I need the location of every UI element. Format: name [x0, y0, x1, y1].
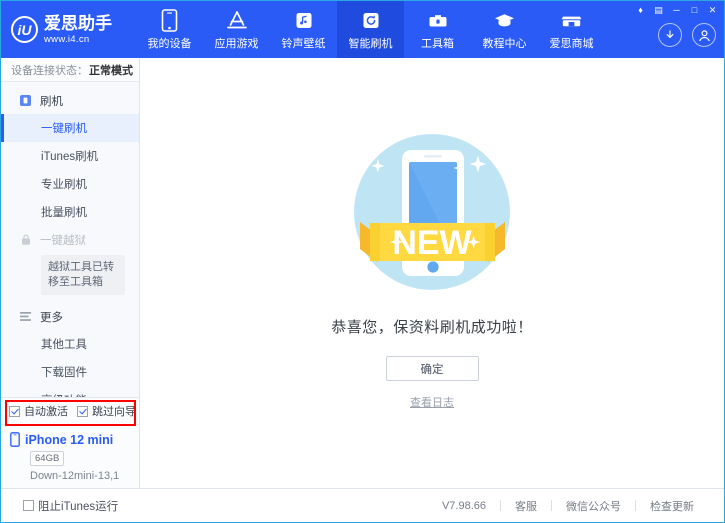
panel-icon[interactable]: ▤	[650, 3, 667, 17]
nav-tab-apps-games[interactable]: 应用游戏	[203, 1, 270, 58]
close-icon[interactable]: ✕	[704, 3, 721, 17]
confirm-button[interactable]: 确定	[386, 356, 479, 381]
sidebar-item-label: 批量刷机	[41, 204, 87, 220]
refresh-icon	[361, 8, 381, 32]
sidebar-item-other-tools[interactable]: 其他工具	[1, 330, 139, 358]
list-icon	[18, 311, 33, 322]
sidebar: 设备连接状态：正常模式 刷机 一键刷机 iTunes刷机 专业刷机	[1, 58, 140, 488]
ribbon-label: NEW	[392, 224, 472, 262]
toolbox-icon	[427, 8, 449, 32]
minimize-icon[interactable]: ─	[668, 3, 685, 17]
status-bar: 阻止iTunes运行 V7.98.66 客服 微信公众号 检查更新	[1, 488, 724, 522]
sidebar-item-label: iTunes刷机	[41, 148, 98, 164]
footer-links: V7.98.66 客服 微信公众号 检查更新	[428, 498, 724, 514]
connected-device-card[interactable]: iPhone 12 mini 64GB Down-12mini-13,1	[1, 424, 139, 488]
account-icon[interactable]	[692, 23, 716, 47]
sidebar-item-label: 一键刷机	[41, 120, 87, 136]
checkbox-block-itunes[interactable]: 阻止iTunes运行	[23, 498, 118, 514]
logo-mark-icon: iU	[11, 16, 38, 43]
phone-small-icon	[10, 432, 20, 447]
device-capacity-badge: 64GB	[30, 451, 64, 466]
new-phone-badge-illustration: NEW	[340, 130, 525, 302]
nav-label: 我的设备	[148, 35, 192, 51]
music-icon	[294, 8, 314, 32]
sidebar-group-label: 刷机	[40, 93, 63, 109]
connection-status-value: 正常模式	[89, 62, 133, 78]
nav-tab-toolbox[interactable]: 工具箱	[404, 1, 471, 58]
checkbox-auto-activate[interactable]: 自动激活	[9, 403, 68, 419]
sidebar-group-flash[interactable]: 刷机	[1, 87, 139, 114]
sidebar-item-label: 其他工具	[41, 336, 87, 352]
jailbreak-moved-tooltip: 越狱工具已转移至工具箱	[41, 255, 125, 295]
flash-options-row: 自动激活 跳过向导	[1, 397, 139, 424]
footer-link-support[interactable]: 客服	[501, 498, 551, 514]
device-name: iPhone 12 mini	[25, 433, 113, 447]
logo-title: 爱思助手	[44, 15, 112, 32]
sidebar-item-label: 高级功能	[41, 392, 87, 397]
nav-label: 应用游戏	[215, 35, 259, 51]
connection-status-label: 设备连接状态：	[11, 62, 88, 78]
sidebar-item-itunes-flash[interactable]: iTunes刷机	[1, 142, 139, 170]
device-model: Down-12mini-13,1	[30, 470, 139, 482]
checkbox-skip-wizard[interactable]: 跳过向导	[77, 403, 136, 419]
nav-label: 教程中心	[483, 35, 527, 51]
nav-tab-smart-flash[interactable]: 智能刷机	[337, 1, 404, 58]
sidebar-item-pro-flash[interactable]: 专业刷机	[1, 170, 139, 198]
sidebar-group-label: 更多	[40, 309, 63, 325]
checkbox-label: 阻止iTunes运行	[38, 498, 118, 514]
footer-link-wechat[interactable]: 微信公众号	[552, 498, 635, 514]
device-name-row: iPhone 12 mini	[10, 432, 139, 447]
gift-icon[interactable]: ♦	[632, 3, 649, 17]
maximize-icon[interactable]: □	[686, 3, 703, 17]
sidebar-item-download-firmware[interactable]: 下载固件	[1, 358, 139, 386]
sidebar-group-more[interactable]: 更多	[1, 303, 139, 330]
window-controls-area: ♦ ▤ ─ □ ✕	[605, 1, 724, 58]
window-buttons: ♦ ▤ ─ □ ✕	[632, 3, 721, 17]
nav-tab-my-device[interactable]: 我的设备	[136, 1, 203, 58]
view-log-link[interactable]: 查看日志	[410, 394, 454, 410]
nav-label: 铃声壁纸	[282, 35, 326, 51]
nav-tab-ringtones-wallpapers[interactable]: 铃声壁纸	[270, 1, 337, 58]
main-area: 设备连接状态：正常模式 刷机 一键刷机 iTunes刷机 专业刷机	[1, 58, 724, 488]
sidebar-item-label: 下载固件	[41, 364, 87, 380]
logo-text: 爱思助手 www.i4.cn	[44, 15, 112, 45]
nav-tab-aisi-store[interactable]: 爱思商城	[538, 1, 605, 58]
checkbox-label: 自动激活	[24, 403, 68, 419]
nav-tab-tutorial-center[interactable]: 教程中心	[471, 1, 538, 58]
block-itunes-area: 阻止iTunes运行	[1, 498, 118, 514]
app-window: iU 爱思助手 www.i4.cn 我的设备 应用游戏	[0, 0, 725, 523]
logo-subtitle: www.i4.cn	[44, 35, 112, 45]
sidebar-item-advanced-features[interactable]: 高级功能	[1, 386, 139, 397]
appstore-icon	[225, 8, 249, 32]
device-connection-status: 设备连接状态：正常模式	[1, 58, 139, 82]
app-logo: iU 爱思助手 www.i4.cn	[1, 1, 130, 58]
download-icon[interactable]	[658, 23, 682, 47]
nav-label: 智能刷机	[349, 35, 393, 51]
nav-label: 爱思商城	[550, 35, 594, 51]
graduation-icon	[493, 8, 516, 32]
sidebar-group-jailbreak: 一键越狱	[1, 226, 139, 253]
footer-link-check-update[interactable]: 检查更新	[636, 498, 708, 514]
sidebar-item-label: 专业刷机	[41, 176, 87, 192]
nav-items: 我的设备 应用游戏 铃声壁纸 智能刷机	[136, 1, 605, 58]
sidebar-item-one-click-flash[interactable]: 一键刷机	[1, 114, 139, 142]
sidebar-menu: 刷机 一键刷机 iTunes刷机 专业刷机 批量刷机	[1, 82, 139, 397]
nav-label: 工具箱	[421, 35, 454, 51]
checkbox-label: 跳过向导	[92, 403, 136, 419]
sidebar-item-batch-flash[interactable]: 批量刷机	[1, 198, 139, 226]
device-flash-icon	[18, 94, 33, 107]
lock-icon	[18, 233, 33, 246]
top-navigation-bar: iU 爱思助手 www.i4.cn 我的设备 应用游戏	[1, 1, 724, 58]
success-message: 恭喜您，保资料刷机成功啦！	[331, 316, 533, 337]
checkbox-box	[9, 406, 20, 417]
top-action-buttons	[658, 23, 716, 47]
checkbox-box	[23, 500, 34, 511]
phone-icon	[161, 8, 178, 32]
version-label: V7.98.66	[428, 500, 500, 512]
checkbox-box	[77, 406, 88, 417]
shop-icon	[560, 8, 583, 32]
content-panel: NEW 恭喜您，保资料刷机成功啦！ 确定 查看日志	[140, 58, 724, 488]
sidebar-group-label: 一键越狱	[40, 232, 86, 248]
